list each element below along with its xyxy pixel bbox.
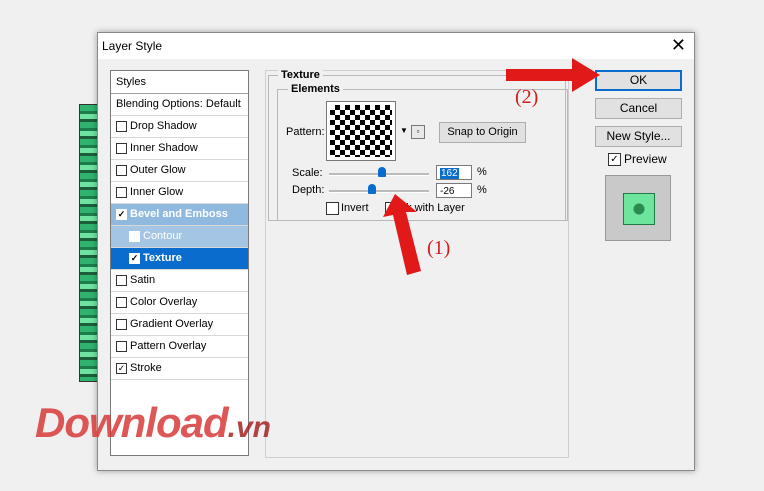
depth-input[interactable]: -26 [436, 183, 472, 198]
watermark-suffix: .vn [227, 411, 272, 444]
checkbox-icon[interactable] [116, 319, 127, 330]
style-label: Contour [143, 230, 183, 242]
checkbox-checked-icon[interactable]: ✓ [129, 253, 140, 264]
checkbox-checked-icon[interactable]: ✓ [116, 209, 127, 220]
style-label: Outer Glow [130, 164, 186, 176]
checkbox-icon[interactable] [116, 121, 127, 132]
window-title: Layer Style [102, 39, 163, 53]
depth-slider-thumb[interactable] [368, 184, 376, 194]
pattern-preview [330, 105, 392, 157]
invert-label: Invert [341, 202, 369, 214]
style-inner-glow[interactable]: Inner Glow [111, 182, 248, 204]
depth-label: Depth: [292, 184, 325, 196]
new-preset-icon[interactable]: ▫ [411, 125, 425, 139]
checkbox-icon[interactable] [116, 341, 127, 352]
style-satin[interactable]: Satin [111, 270, 248, 292]
style-label: Inner Glow [130, 186, 184, 198]
depth-slider-track[interactable] [329, 190, 429, 193]
ok-button[interactable]: OK [595, 70, 682, 91]
pattern-swatch[interactable] [326, 101, 396, 161]
title-bar[interactable]: Layer Style ✕ [98, 33, 694, 59]
invert-checkbox[interactable] [326, 202, 339, 215]
style-label: Drop Shadow [130, 120, 197, 132]
checkbox-checked-icon[interactable]: ✓ [116, 363, 127, 374]
style-label: Pattern Overlay [130, 340, 207, 352]
annotation-step-2: (2) [515, 86, 539, 108]
preview-label: Preview [624, 152, 667, 166]
checkbox-icon[interactable] [116, 165, 127, 176]
style-drop-shadow[interactable]: Drop Shadow [111, 116, 248, 138]
depth-value: -26 [440, 186, 455, 197]
link-with-layer-checkbox[interactable] [385, 202, 398, 215]
cancel-button[interactable]: Cancel [595, 98, 682, 119]
style-label: Inner Shadow [130, 142, 198, 154]
scale-slider-thumb[interactable] [378, 167, 386, 177]
blending-options-label: Blending Options: Default [116, 98, 241, 110]
scale-value: 162 [440, 168, 459, 179]
scale-input[interactable]: 162 [436, 165, 472, 180]
styles-header[interactable]: Styles [111, 71, 248, 94]
chevron-down-icon[interactable]: ▼ [400, 126, 408, 135]
close-icon[interactable]: ✕ [671, 35, 686, 55]
style-preview-thumbnail [605, 175, 671, 241]
link-with-layer-label: nk with Layer [400, 202, 465, 214]
watermark-main: Download [35, 399, 229, 446]
style-label: Satin [130, 274, 156, 286]
checkbox-icon[interactable] [116, 297, 127, 308]
texture-section-title: Texture [278, 69, 323, 81]
preview-tile [623, 193, 655, 225]
checkbox-icon[interactable] [116, 143, 127, 154]
style-label: Texture [143, 252, 182, 264]
checkbox-icon[interactable] [116, 275, 127, 286]
checkbox-icon[interactable] [116, 187, 127, 198]
style-contour[interactable]: Contour [111, 226, 248, 248]
snap-to-origin-button[interactable]: Snap to Origin [439, 122, 526, 143]
annotation-step-1: (1) [427, 237, 451, 259]
style-outer-glow[interactable]: Outer Glow [111, 160, 248, 182]
new-style-button[interactable]: New Style... [595, 126, 682, 147]
style-label: Gradient Overlay [130, 318, 214, 330]
style-label: Bevel and Emboss [130, 208, 228, 220]
depth-percent: % [477, 184, 487, 196]
checkbox-icon[interactable] [129, 231, 140, 242]
style-bevel-emboss[interactable]: ✓ Bevel and Emboss [111, 204, 248, 226]
style-pattern-overlay[interactable]: Pattern Overlay [111, 336, 248, 358]
preview-checkbox[interactable]: ✓ [608, 153, 621, 166]
elements-title: Elements [288, 83, 343, 95]
style-stroke[interactable]: ✓ Stroke [111, 358, 248, 380]
style-label: Color Overlay [130, 296, 198, 308]
watermark: Download.vn [35, 399, 271, 447]
style-inner-shadow[interactable]: Inner Shadow [111, 138, 248, 160]
style-color-overlay[interactable]: Color Overlay [111, 292, 248, 314]
scale-percent: % [477, 166, 487, 178]
style-gradient-overlay[interactable]: Gradient Overlay [111, 314, 248, 336]
style-label: Stroke [130, 362, 162, 374]
scale-label: Scale: [292, 167, 323, 179]
style-texture[interactable]: ✓ Texture [111, 248, 248, 270]
pattern-label: Pattern: [286, 126, 325, 138]
blending-options[interactable]: Blending Options: Default [111, 94, 248, 116]
